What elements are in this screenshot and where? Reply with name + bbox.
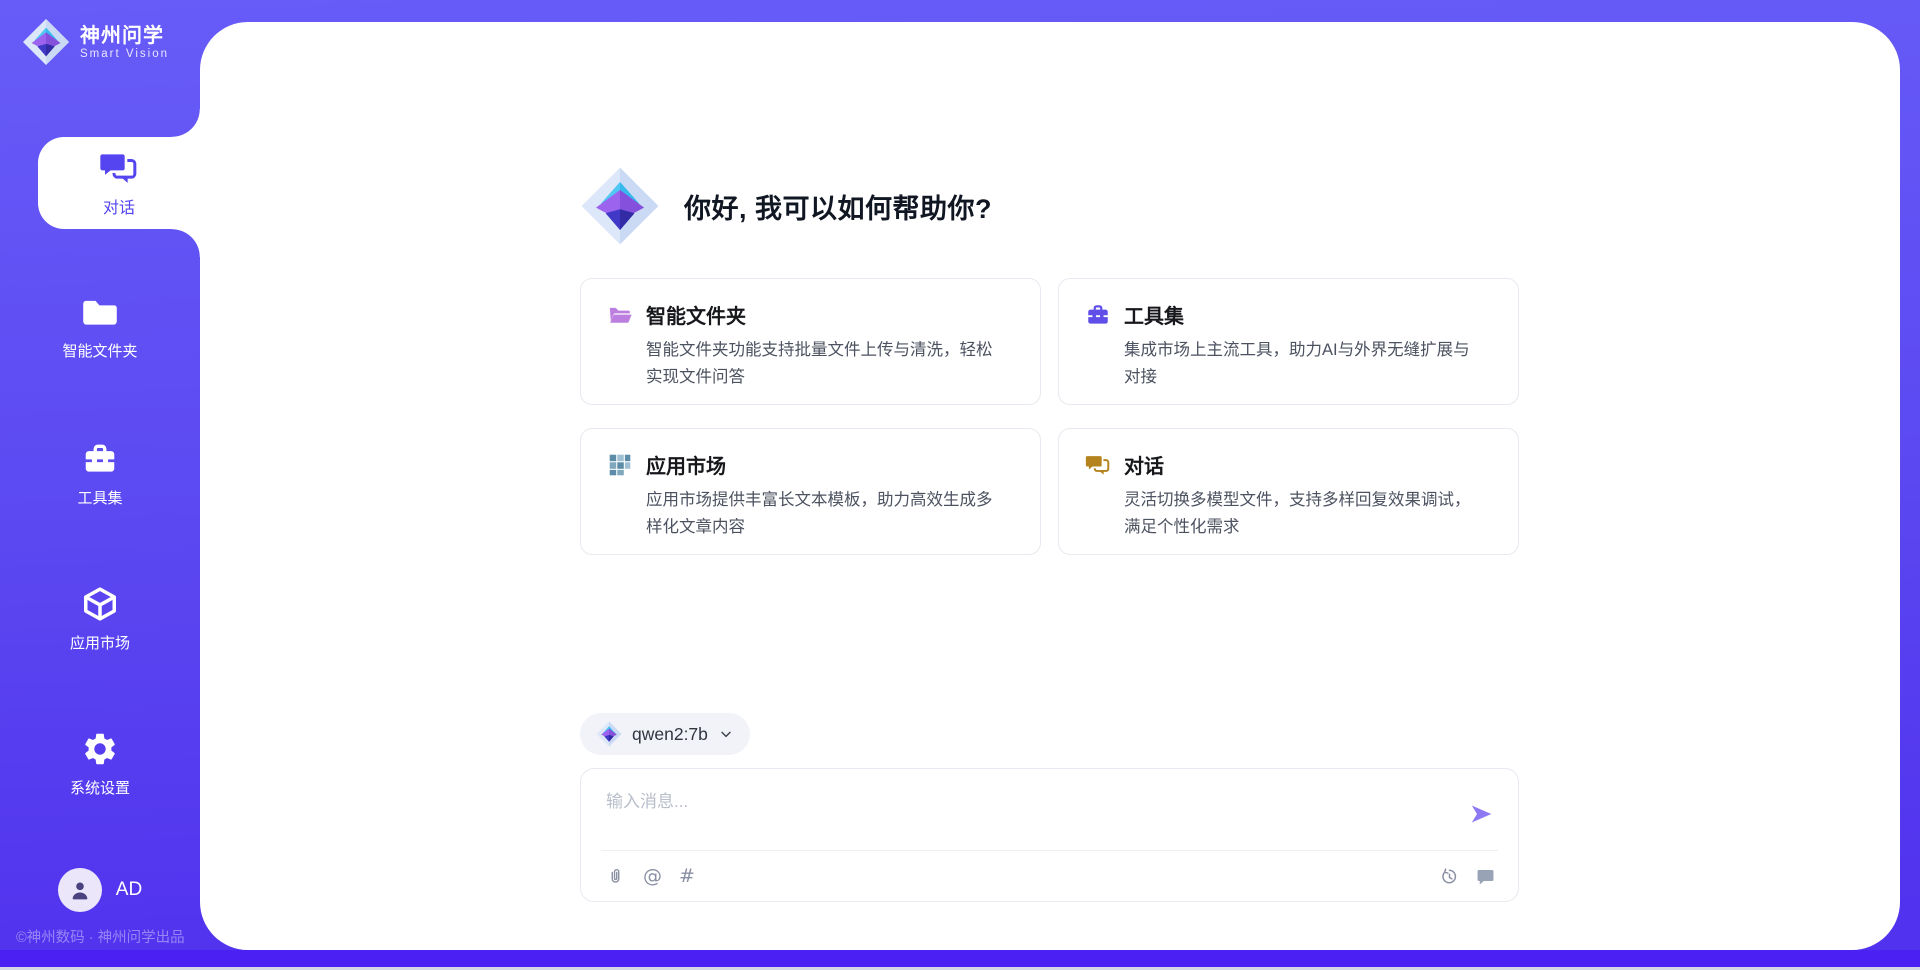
- paperclip-icon: [605, 866, 626, 887]
- sidebar-item-label: 应用市场: [70, 632, 130, 653]
- user-initials: AD: [116, 879, 142, 901]
- folder-icon: [81, 293, 119, 331]
- history-button[interactable]: [1439, 866, 1460, 887]
- card-description: 智能文件夹功能支持批量文件上传与清洗，轻松实现文件问答: [646, 337, 1006, 390]
- folder-open-icon: [607, 302, 633, 328]
- model-name: qwen2:7b: [632, 724, 708, 745]
- grid-cube-icon: [607, 452, 633, 478]
- chat-bubbles-icon: [99, 148, 139, 188]
- card-description: 集成市场上主流工具，助力AI与外界无缝扩展与对接: [1124, 337, 1484, 390]
- person-icon: [67, 877, 93, 903]
- card-description: 灵活切换多模型文件，支持多样回复效果调试，满足个性化需求: [1124, 487, 1484, 540]
- copyright-footer: ©神州数码 · 神州问学出品: [16, 926, 185, 947]
- chat-bubble-filled-icon: [1475, 866, 1496, 887]
- sidebar-item-chat[interactable]: 对话: [38, 137, 200, 229]
- sidebar-item-label: 对话: [103, 194, 135, 218]
- card-description: 应用市场提供丰富长文本模板，助力高效生成多样化文章内容: [646, 487, 1006, 540]
- feature-cards: 智能文件夹 智能文件夹功能支持批量文件上传与清洗，轻松实现文件问答 工具集 集成…: [580, 278, 1519, 555]
- greeting-title: 你好, 我可以如何帮助你?: [684, 187, 992, 226]
- toolbox-icon: [81, 440, 119, 478]
- hash-icon: #: [679, 866, 695, 887]
- new-chat-button[interactable]: [1475, 866, 1496, 887]
- card-title: 工具集: [1124, 300, 1184, 329]
- history-icon: [1439, 866, 1460, 887]
- brand-logo: 神州问学 Smart Vision: [22, 18, 169, 66]
- sidebar-item-label: 工具集: [77, 487, 122, 508]
- sidebar-item-app-market[interactable]: 应用市场: [0, 585, 200, 653]
- chat-bubbles-icon: [1085, 452, 1111, 478]
- avatar: [58, 868, 102, 912]
- brand-subtitle: Smart Vision: [80, 48, 169, 60]
- chevron-down-icon: [718, 726, 734, 742]
- bottom-accent-strip: [0, 950, 1920, 967]
- message-composer: @ #: [580, 768, 1519, 902]
- gear-icon: [81, 730, 119, 768]
- cube-icon: [81, 585, 119, 623]
- attach-file-button[interactable]: [605, 866, 626, 887]
- greeting: 你好, 我可以如何帮助你?: [580, 160, 992, 252]
- sidebar: 神州问学 Smart Vision 对话 智能文件夹 工具集 应用市场 系统设置: [0, 0, 200, 970]
- sidebar-item-label: 系统设置: [70, 777, 130, 798]
- message-input[interactable]: [606, 787, 1446, 843]
- sidebar-item-toolbox[interactable]: 工具集: [0, 440, 200, 508]
- toolbox-icon: [1085, 302, 1111, 328]
- card-chat[interactable]: 对话 灵活切换多模型文件，支持多样回复效果调试，满足个性化需求: [1058, 428, 1519, 555]
- brand-gem-icon: [22, 18, 70, 66]
- model-gem-icon: [596, 719, 622, 749]
- card-smart-folder[interactable]: 智能文件夹 智能文件夹功能支持批量文件上传与清洗，轻松实现文件问答: [580, 278, 1041, 405]
- card-app-market[interactable]: 应用市场 应用市场提供丰富长文本模板，助力高效生成多样化文章内容: [580, 428, 1041, 555]
- send-arrow-icon: [1468, 801, 1494, 827]
- mention-button[interactable]: @: [643, 866, 662, 887]
- sidebar-item-smart-folder[interactable]: 智能文件夹: [0, 293, 200, 361]
- topic-button[interactable]: #: [679, 866, 695, 887]
- card-title: 对话: [1124, 450, 1164, 479]
- model-selector[interactable]: qwen2:7b: [580, 713, 750, 755]
- user-profile[interactable]: AD: [0, 868, 200, 912]
- brand-name: 神州问学: [80, 25, 169, 48]
- composer-divider: [601, 850, 1498, 851]
- card-toolbox[interactable]: 工具集 集成市场上主流工具，助力AI与外界无缝扩展与对接: [1058, 278, 1519, 405]
- main-panel: 你好, 我可以如何帮助你? 智能文件夹 智能文件夹功能支持批量文件上传与清洗，轻…: [200, 22, 1900, 950]
- card-title: 应用市场: [646, 450, 726, 479]
- card-title: 智能文件夹: [646, 300, 746, 329]
- assistant-gem-icon: [580, 160, 660, 252]
- at-sign-icon: @: [643, 866, 662, 887]
- send-button[interactable]: [1468, 801, 1494, 827]
- sidebar-item-settings[interactable]: 系统设置: [0, 730, 200, 798]
- sidebar-item-label: 智能文件夹: [62, 340, 137, 361]
